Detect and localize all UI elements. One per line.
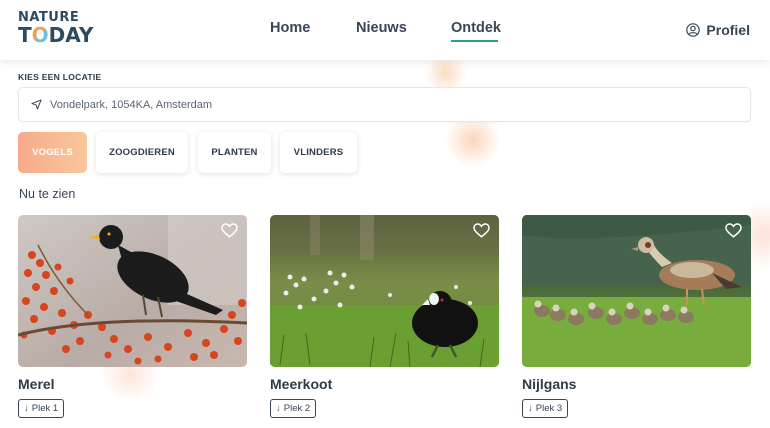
category-chip-vlinders[interactable]: VLINDERS <box>280 132 357 173</box>
place-badge[interactable]: ↓ Plek 2 <box>270 399 317 418</box>
species-photo[interactable] <box>270 215 499 367</box>
place-label: Plek 2 <box>283 403 311 414</box>
category-chip-zoogdieren[interactable]: ZOOGDIEREN <box>96 132 188 173</box>
arrow-down-icon: ↓ <box>276 403 281 414</box>
arrow-down-icon: ↓ <box>24 403 29 414</box>
nav-nieuws[interactable]: Nieuws <box>356 20 407 36</box>
nav-home[interactable]: Home <box>270 20 310 36</box>
coot-photo <box>270 215 499 367</box>
heart-outline-icon[interactable] <box>473 223 490 238</box>
species-name: Merel <box>18 376 55 392</box>
heart-outline-icon[interactable] <box>725 223 742 238</box>
species-name: Nijlgans <box>522 376 577 392</box>
species-card[interactable]: Merel ↓ Plek 1 <box>18 215 247 418</box>
arrow-down-icon: ↓ <box>528 403 533 414</box>
section-title: Nu te zien <box>19 187 76 201</box>
species-photo[interactable] <box>522 215 751 367</box>
species-card[interactable]: Nijlgans ↓ Plek 3 <box>522 215 751 418</box>
place-badge[interactable]: ↓ Plek 1 <box>18 399 65 418</box>
species-name: Meerkoot <box>270 376 333 392</box>
blackbird-photo <box>18 215 247 367</box>
heart-outline-icon[interactable] <box>221 223 238 238</box>
main-nav: Home Nieuws Ontdek <box>0 20 770 44</box>
top-header: NATURE TODAY Home Nieuws Ontdek Profiel <box>0 0 770 60</box>
species-card[interactable]: Meerkoot ↓ Plek 2 <box>270 215 499 418</box>
egyptian-goose-photo <box>522 215 751 367</box>
nav-ontdek[interactable]: Ontdek <box>451 20 501 36</box>
place-badge[interactable]: ↓ Plek 3 <box>522 399 569 418</box>
user-circle-icon <box>686 23 701 37</box>
profile-label: Profiel <box>706 22 750 38</box>
place-label: Plek 1 <box>31 403 59 414</box>
profile-button[interactable]: Profiel <box>686 22 750 38</box>
species-photo[interactable] <box>18 215 247 367</box>
location-input[interactable] <box>50 98 740 111</box>
decorative-blob <box>420 58 472 88</box>
category-chip-planten[interactable]: PLANTEN <box>198 132 271 173</box>
nav-active-indicator <box>451 40 498 42</box>
place-label: Plek 3 <box>535 403 563 414</box>
category-chip-vogels[interactable]: VOGELS <box>18 132 87 173</box>
location-arrow-icon <box>31 99 42 110</box>
location-field[interactable] <box>18 87 751 122</box>
location-label: KIES EEN LOCATIE <box>18 72 102 82</box>
